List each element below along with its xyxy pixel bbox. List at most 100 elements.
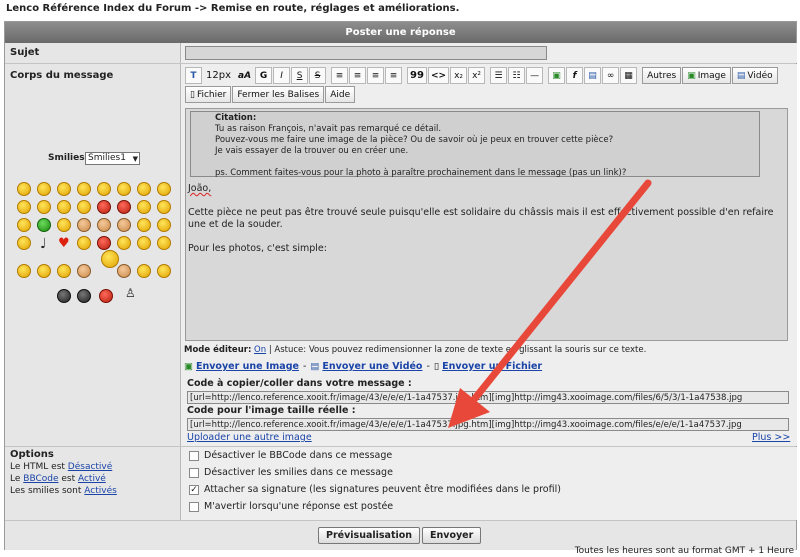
smiley-icon[interactable]: [57, 182, 71, 196]
smiley-icon[interactable]: [117, 264, 131, 278]
smiley-icon[interactable]: [97, 218, 111, 232]
thumb-icon[interactable]: [117, 218, 131, 232]
smiley-icon[interactable]: [37, 200, 51, 214]
autres-button[interactable]: Autres: [642, 67, 682, 84]
smilies-status-prefix: Les smilies sont: [10, 486, 85, 496]
smilies-status-link[interactable]: Activés: [84, 486, 117, 496]
help-button[interactable]: Aide: [325, 86, 356, 103]
smiley-icon[interactable]: [157, 200, 171, 214]
smiley-icon[interactable]: [17, 182, 31, 196]
smiley-icon[interactable]: [77, 236, 91, 250]
flash-icon[interactable]: f: [566, 67, 584, 84]
close-tags-button[interactable]: Fermer les Balises: [232, 86, 325, 103]
person-icon[interactable]: ♙: [125, 286, 136, 300]
checkbox-checked[interactable]: ✓: [189, 484, 199, 495]
horizontal-rule-icon[interactable]: —: [526, 67, 544, 84]
smiley-icon[interactable]: [57, 200, 71, 214]
image-insert-icon[interactable]: ▣: [548, 67, 566, 84]
text-format-icon[interactable]: aA: [235, 67, 254, 84]
send-video-link[interactable]: Envoyer une Vidéo: [322, 361, 422, 372]
smiley-icon[interactable]: [137, 200, 151, 214]
smiley-icon[interactable]: [97, 182, 111, 196]
spider-icon[interactable]: [57, 289, 71, 303]
option-attach-signature[interactable]: ✓ Attacher sa signature (les signatures p…: [189, 484, 561, 495]
align-center-icon[interactable]: ≡: [349, 67, 367, 84]
code-field[interactable]: [url=http://lenco.reference.xooit.fr/ima…: [187, 391, 789, 404]
party-smiley-icon[interactable]: [137, 264, 151, 278]
smiley-icon[interactable]: [137, 236, 151, 250]
smiley-icon[interactable]: [17, 236, 31, 250]
checkbox[interactable]: [189, 450, 199, 461]
option-notify-reply[interactable]: M'avertir lorsqu'une réponse est postée: [189, 501, 393, 512]
option-disable-smilies[interactable]: Désactiver les smilies dans ce message: [189, 467, 393, 478]
link-icon[interactable]: ∞: [602, 67, 620, 84]
align-left-icon[interactable]: ≡: [331, 67, 349, 84]
video-insert-icon[interactable]: ▤: [584, 67, 602, 84]
smiley-icon[interactable]: [77, 200, 91, 214]
bullet-list-icon[interactable]: ☰: [490, 67, 508, 84]
smiley-icon[interactable]: [57, 264, 71, 278]
smiley-icon[interactable]: [77, 182, 91, 196]
smiley-icon[interactable]: [17, 264, 31, 278]
code-button[interactable]: <>: [427, 67, 450, 84]
devil-smiley-icon[interactable]: [97, 200, 111, 214]
smiley-icon[interactable]: [117, 236, 131, 250]
smiley-icon[interactable]: [77, 218, 91, 232]
image-button[interactable]: ▣ Image: [682, 67, 731, 84]
strikethrough-button[interactable]: S: [309, 67, 327, 84]
font-icon[interactable]: T: [185, 67, 202, 84]
bbcode-status-link[interactable]: Activé: [78, 474, 106, 484]
preview-button[interactable]: Prévisualisation: [318, 527, 421, 544]
bbcode-link[interactable]: BBCode: [23, 474, 58, 484]
smiley-icon[interactable]: [17, 200, 31, 214]
send-button[interactable]: Envoyer: [422, 527, 482, 544]
smiley-icon[interactable]: [137, 182, 151, 196]
smiley-icon[interactable]: [37, 264, 51, 278]
smiley-icon[interactable]: [157, 264, 171, 278]
bold-button[interactable]: G: [255, 67, 273, 84]
breadcrumb[interactable]: Lenco Référence Index du Forum -> Remise…: [6, 3, 459, 14]
smiley-icon[interactable]: [157, 218, 171, 232]
smiley-icon[interactable]: [77, 289, 91, 303]
numbered-list-icon[interactable]: ☷: [508, 67, 526, 84]
angry-smiley-icon[interactable]: [117, 200, 131, 214]
subscript-button[interactable]: x₂: [450, 67, 468, 84]
html-status-link[interactable]: Désactivé: [68, 462, 113, 472]
smiley-icon[interactable]: [157, 236, 171, 250]
quote-button[interactable]: 99: [407, 67, 427, 84]
send-image-link[interactable]: Envoyer une Image: [196, 361, 299, 372]
smiley-icon[interactable]: [117, 182, 131, 196]
smiley-icon[interactable]: [157, 182, 171, 196]
sword-smiley-icon[interactable]: [101, 250, 119, 268]
music-note-icon[interactable]: ♩: [40, 236, 47, 252]
smiley-icon[interactable]: [37, 182, 51, 196]
full-size-code-field[interactable]: [url=http://lenco.reference.xooit.fr/ima…: [187, 418, 789, 431]
align-right-icon[interactable]: ≡: [367, 67, 385, 84]
mode-toggle-link[interactable]: On: [254, 345, 266, 355]
table-icon[interactable]: ▦: [620, 67, 638, 84]
video-button[interactable]: ▤ Vidéo: [731, 67, 778, 84]
smiley-icon[interactable]: [137, 218, 151, 232]
flower-icon[interactable]: [97, 236, 111, 250]
subject-input[interactable]: [185, 46, 547, 60]
file-button[interactable]: ▯ Fichier: [185, 86, 232, 103]
smiley-icon[interactable]: [57, 218, 71, 232]
more-link[interactable]: Plus >>: [752, 432, 790, 443]
pumpkin-icon[interactable]: [99, 289, 113, 303]
send-file-link[interactable]: Envoyer un Fichier: [442, 361, 542, 372]
checkbox[interactable]: [189, 501, 199, 512]
arrow-smiley-icon[interactable]: [17, 218, 31, 232]
font-size-button[interactable]: 12px: [203, 67, 234, 84]
cake-icon[interactable]: [77, 264, 91, 278]
superscript-button[interactable]: x²: [468, 67, 486, 84]
underline-strike-button[interactable]: S: [291, 67, 309, 84]
heart-icon[interactable]: ♥: [58, 236, 70, 251]
green-smiley-icon[interactable]: [37, 218, 51, 232]
full-size-code-label: Code pour l'image taille réelle :: [187, 405, 356, 416]
upload-other-image-link[interactable]: Uploader une autre image: [187, 432, 312, 443]
justify-icon[interactable]: ≡: [385, 67, 403, 84]
message-editor[interactable]: Citation: Tu as raison François, n'avait…: [185, 108, 788, 341]
option-disable-bbcode[interactable]: Désactiver le BBCode dans ce message: [189, 450, 392, 461]
italic-button[interactable]: I: [273, 67, 291, 84]
checkbox[interactable]: [189, 467, 199, 478]
